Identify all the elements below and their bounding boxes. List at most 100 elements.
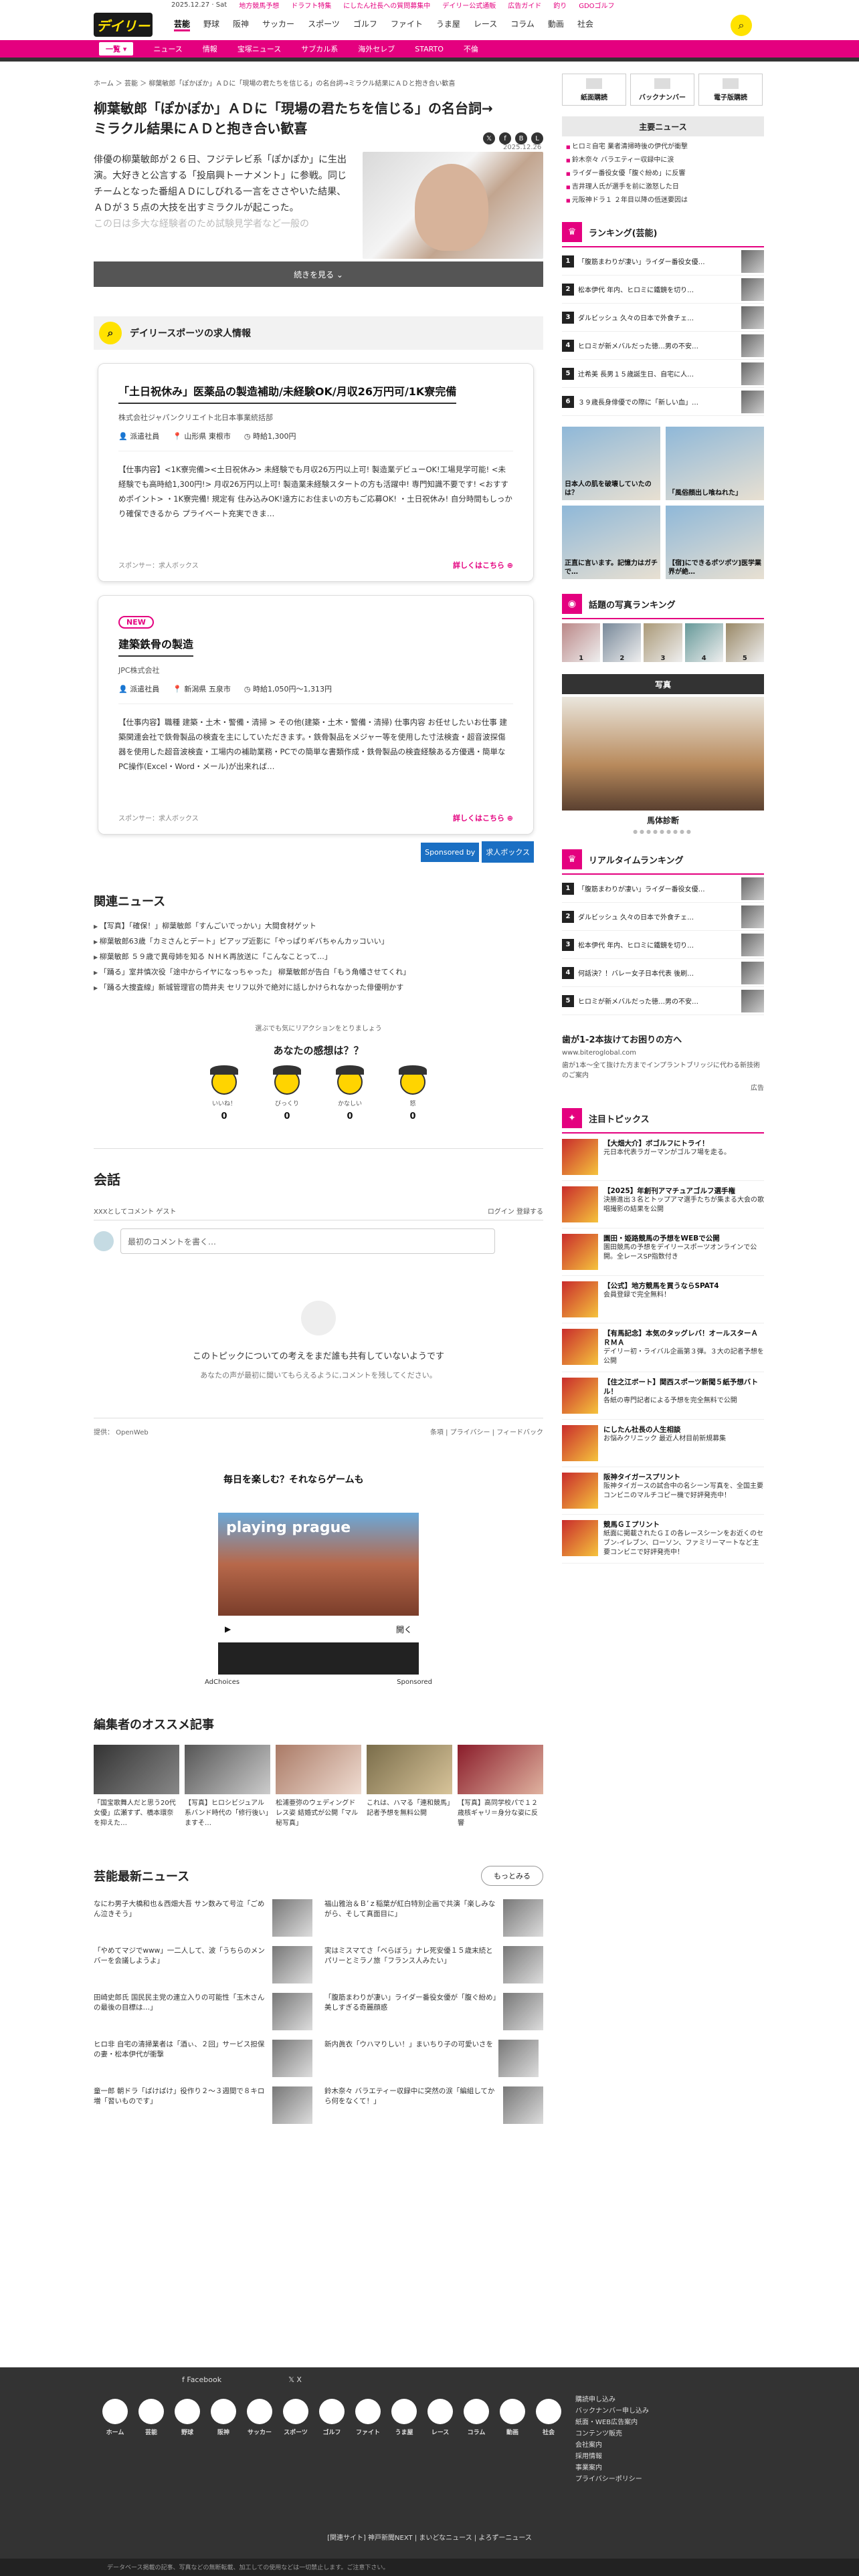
footer-icon-entertainment[interactable]: 芸能 <box>135 2399 167 2436</box>
job-detail-link[interactable]: 詳しくはこちら ⊕ <box>453 560 513 570</box>
photo-rank-thumb[interactable]: 1 <box>562 623 601 662</box>
photo-caption[interactable]: 馬体診断 <box>562 815 764 826</box>
editor-pick-card[interactable]: これは、ハマる「連和競馬」記者予想を無料公開 <box>367 1745 452 1828</box>
reaction-surprise[interactable]: びっくり 0 <box>273 1065 301 1121</box>
latest-item[interactable]: 新内眞衣「ウハマりしい！」まいちり子の可愛いさを <box>324 2040 543 2078</box>
nav-item[interactable]: レース <box>474 18 497 31</box>
reaction-angry[interactable]: 怒0 <box>399 1065 427 1121</box>
search-button[interactable]: ⌕ <box>731 15 752 36</box>
ad-tile[interactable]: 正直に言います。記憶力はガチで… <box>562 506 660 579</box>
footer-icon-hanshin[interactable]: 阪神 <box>207 2399 240 2436</box>
job-detail-link[interactable]: 詳しくはこちら ⊕ <box>453 813 513 823</box>
nav-item[interactable]: 阪神 <box>233 18 249 31</box>
ranking-item[interactable]: 4 ヒロミが新メバルだった徳…男の不安… <box>562 332 764 360</box>
realtime-item[interactable]: 4 何話決？！バレー女子日本代表 後刷… <box>562 959 764 987</box>
footer-link[interactable]: バックナンバー申し込み <box>575 2405 649 2417</box>
topic-item[interactable]: 園田・姫路競馬の予想をWEBで公開 園田競馬の予想をデイリースポーツオンラインで公… <box>562 1228 764 1276</box>
nav-item[interactable]: うま屋 <box>436 18 460 31</box>
latest-item[interactable]: 実はミスマてさ「ベらぼう」ナレ死安優１５歳末続とパリーとミラノ旅「フランス人みた… <box>324 1946 543 1985</box>
footer-icon-golf[interactable]: ゴルフ <box>316 2399 348 2436</box>
nav-item[interactable]: 動画 <box>548 18 564 31</box>
hatena-share-icon[interactable]: B <box>515 132 527 144</box>
nav-item[interactable]: コラム <box>510 18 535 31</box>
related-link[interactable]: 柳葉敏郎63歳「カミさんとデート」ピアップ近影に「やっぱりギバちゃんカッコいい」 <box>94 934 543 950</box>
utility-link[interactable]: ドラフト特集 <box>291 0 331 10</box>
footer-icon-fight[interactable]: ファイト <box>352 2399 384 2436</box>
utility-link[interactable]: 釣り <box>553 0 567 10</box>
job-card[interactable]: 「土日祝休み」医薬品の製造補助/未経験OK/月収26万円可/1K寮完備 株式会社… <box>98 363 534 582</box>
all-menu-button[interactable]: 一覧 ▾ <box>99 42 134 56</box>
editor-pick-card[interactable]: 松浦亜弥のウェディングドレス姿 結婚式が公開「マル秘写真」 <box>276 1745 361 1828</box>
latest-item[interactable]: 田崎史郎氏 国民民主党の連立入りの可能性「玉木さんの最後の目標は…」 <box>94 1993 312 2032</box>
ad-open-button[interactable]: 開く <box>396 1624 412 1635</box>
related-link[interactable]: 【写真】「確保！」柳葉敏郎「すんごいでっかい」大間食材ゲット <box>94 919 543 934</box>
breadcrumb[interactable]: ホーム ＞ 芸能 ＞ 柳葉敏郎「ぽかぽか」ＡＤに「現場の君たちを信じる」の名台詞… <box>94 78 543 88</box>
main-news-link[interactable]: 鈴木奈々 バラエティー収録中に涙 <box>566 154 764 167</box>
latest-item[interactable]: 「やめてマジでwww」一二人して、波「うちらのメンバーを会議しようよ」 <box>94 1946 312 1985</box>
job-title[interactable]: 建築鉄骨の製造 <box>118 635 194 657</box>
sub-nav-item[interactable]: ニュース <box>153 43 182 54</box>
reaction-sad[interactable]: かなしい 0 <box>336 1065 364 1121</box>
ranking-item[interactable]: 5 辻希美 長男１５歳誕生日、自宅に人… <box>562 360 764 388</box>
carousel-dots[interactable]: ●●●●●●●●● <box>562 829 764 835</box>
ranking-item[interactable]: 2 松本伊代 年内、ヒロミに鐵鏡を切り… <box>562 276 764 304</box>
site-logo[interactable]: デイリー <box>94 13 153 37</box>
nav-item[interactable]: ゴルフ <box>353 18 377 31</box>
ranking-item[interactable]: 3 ダルビッシュ 久々の日本で外食チェ… <box>562 304 764 332</box>
sub-nav-item[interactable]: STARTO <box>415 45 444 53</box>
realtime-item[interactable]: 1 「腹筋まわりが凄い」ライダー番役女優… <box>562 875 764 903</box>
x-link[interactable]: 𝕏 X <box>288 2375 302 2384</box>
footer-link[interactable]: 事業案内 <box>575 2462 649 2474</box>
footer-icon-video[interactable]: 動画 <box>496 2399 529 2436</box>
footer-icon-race[interactable]: レース <box>424 2399 456 2436</box>
article-photo[interactable] <box>363 152 543 259</box>
sub-nav-item[interactable]: 不倫 <box>464 43 478 54</box>
footer-icon-home[interactable]: ホーム <box>99 2399 131 2436</box>
main-news-link[interactable]: ヒロミ自宅 業者清掃時後の伊代が衝撃 <box>566 140 764 154</box>
latest-item[interactable]: 福山雅治＆Ｂ’ｚ稲葉が紅白特別企画で共演「楽しみながら、そして真面目に」 <box>324 1899 543 1938</box>
photo-rank-thumb[interactable]: 4 <box>684 623 723 662</box>
topic-item[interactable]: 【公式】地方競馬を買うならSPAT4 会員登録で完全無料！ <box>562 1276 764 1323</box>
latest-item[interactable]: 鈴木奈々 バラエティー収録中に突然の涙「編組してから何をなくて！」 <box>324 2086 543 2125</box>
comment-input[interactable]: 最初のコメントを書く… <box>120 1228 495 1254</box>
editor-pick-card[interactable]: 【写真】ヒロシビジュアル系バンド時代の「修行後い」ますそ… <box>185 1745 270 1828</box>
latest-item[interactable]: 童一郎 朝ドラ「ばけばけ」役作り２〜３週間で８キロ増「習いものです」 <box>94 2086 312 2125</box>
ranking-item[interactable]: 6 ３９歳長身俳優での際に「新しい血」… <box>562 388 764 416</box>
x-share-icon[interactable]: 𝕏 <box>483 132 495 144</box>
topic-item[interactable]: 【住之江ボート】関西スポーツ新聞５紙予想バトル！ 各紙の専門記者による予想を完全無… <box>562 1372 764 1420</box>
related-sites[interactable]: [関連サイト] 神戸新聞NEXT | まいどなニュース | よろずーニュース <box>0 2532 859 2542</box>
openweb-logo[interactable]: 提供： OpenWeb <box>94 1426 149 1436</box>
topic-item[interactable]: 【2025】年創刊アマチュアゴルフ選手権 決勝進出３名とトップアマ選手たちが集まる… <box>562 1181 764 1228</box>
footer-link[interactable]: 採用情報 <box>575 2451 649 2462</box>
editor-pick-card[interactable]: 「国宝歌舞人だと思う20代女優」広瀬すず、橋本環奈を抑えた… <box>94 1745 179 1828</box>
footer-icon-soccer[interactable]: サッカー <box>244 2399 276 2436</box>
login-link[interactable]: ログイン 登録する <box>488 1206 543 1216</box>
kyujin-box-logo[interactable]: 求人ボックス <box>482 841 534 863</box>
realtime-item[interactable]: 3 松本伊代 年内、ヒロミに鐵鏡を切り… <box>562 931 764 959</box>
more-button[interactable]: もっとみる <box>481 1866 543 1886</box>
text-ad[interactable]: 歯が1-2本抜けてお困りの方へ www.biteroglobal.com 歯が1… <box>562 1033 764 1093</box>
utility-link[interactable]: GDOゴルフ <box>579 0 614 10</box>
topic-item[interactable]: にしたん社長の人生相談 お悩みクリニック 最近人材目前新規募集 <box>562 1420 764 1467</box>
ad-tile[interactable]: 「風俗顔出し喰ねれた」 <box>666 427 764 500</box>
footer-link[interactable]: 会社案内 <box>575 2440 649 2451</box>
utility-link[interactable]: デイリー公式通販 <box>442 0 496 10</box>
topic-item[interactable]: 競馬ＧＩプリント 紙面に掲載されたＧＩの各レースシーンをお近くのセブン-イレブン、… <box>562 1515 764 1564</box>
latest-item[interactable]: 「腹筋まわりが凄い」ライダー番役女優が「腹ぐ紛め」美しすぎる奇麗顔惑 <box>324 1993 543 2032</box>
job-card[interactable]: NEW 建築鉄骨の製造 JPC株式会社 👤 派遣社員 📍 新潟県 五泉市 ◷ 時… <box>98 595 534 835</box>
facebook-share-icon[interactable]: f <box>499 132 511 144</box>
read-more-button[interactable]: 続きを見る ⌄ <box>94 261 543 287</box>
photo-rank-thumb[interactable]: 5 <box>725 623 765 662</box>
main-news-link[interactable]: 吉井理人氏が選手を前に激怒した日 <box>566 181 764 194</box>
footer-link[interactable]: 紙面・WEB広告案内 <box>575 2417 649 2428</box>
main-news-link[interactable]: 元阪神ドラ１ ２年目以降の低迷要因は <box>566 194 764 207</box>
topic-item[interactable]: 阪神タイガースプリント 阪神タイガースの試合中の名シーン写真を、全国主要コンビニの… <box>562 1467 764 1515</box>
related-link[interactable]: 「踊る大捜査線」新城管理官の筒井夫 セリフ以外で絶対に話しかけられなかった俳優明… <box>94 980 543 996</box>
footer-icon-umaya[interactable]: うま屋 <box>388 2399 420 2436</box>
photo-rank-thumb[interactable]: 3 <box>644 623 682 662</box>
footer-icon-sports[interactable]: スポーツ <box>280 2399 312 2436</box>
sub-nav-item[interactable]: サブカル系 <box>301 43 338 54</box>
horse-photo[interactable] <box>562 697 764 811</box>
editor-pick-card[interactable]: 【写真】高同学校パで１２歳核ギャリ＝身分な姿に反響 <box>458 1745 543 1828</box>
related-link[interactable]: 「踊る」室井慎次役「途中からイヤになっちゃった」 柳葉敏郎が告白「もう角幡させて… <box>94 965 543 980</box>
